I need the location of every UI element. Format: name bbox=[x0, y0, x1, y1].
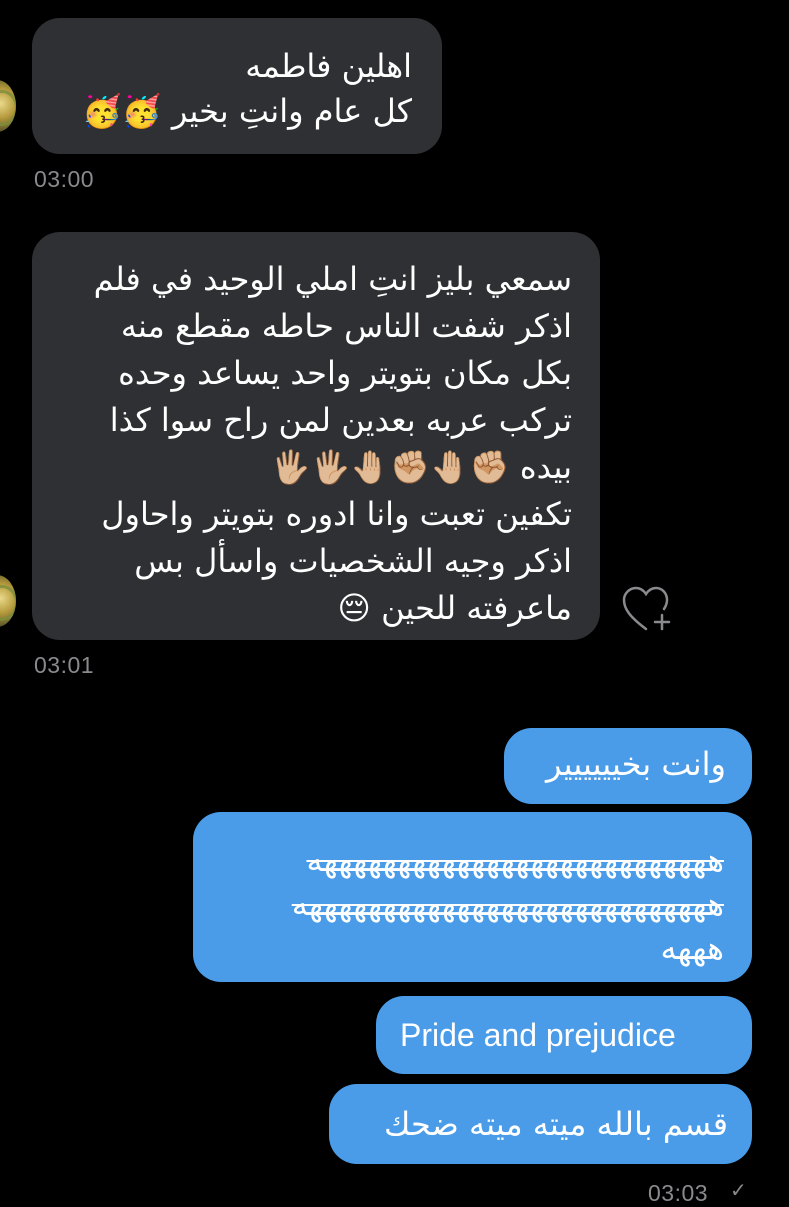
message-line: اذكر شفت الناس حاطه مقطع منه bbox=[120, 307, 572, 345]
read-status-icon: ✓ bbox=[730, 1178, 747, 1202]
message-line: ههههههههههههههههههههههههههههه bbox=[291, 885, 724, 923]
message-line: اذكر وجيه الشخصيات واسأل بس bbox=[134, 542, 572, 580]
outgoing-message-1[interactable]: وانت بخيييييير bbox=[504, 728, 752, 804]
avatar[interactable] bbox=[0, 575, 16, 627]
message-line: اهلين فاطمه bbox=[245, 47, 412, 85]
message-line: هههههههههههههههههههههههههههه bbox=[306, 841, 724, 879]
incoming-message-1[interactable]: اهلين فاطمه كل عام وانتِ بخير 🥳🥳 bbox=[32, 18, 442, 154]
message-line: سمعي بليز انتِ املي الوحيد في فلم bbox=[93, 260, 572, 298]
message-line: بيده ✊🏼🤚🏼✊🏼🤚🏼🖐🏼🖐🏼 bbox=[270, 448, 572, 486]
heart-plus-icon[interactable] bbox=[620, 585, 680, 635]
message-line: كل عام وانتِ بخير 🥳🥳 bbox=[81, 92, 412, 130]
message-timestamp: 03:03 bbox=[648, 1180, 709, 1206]
message-line: تكفين تعبت وانا ادوره بتويتر واحاول bbox=[101, 495, 572, 533]
message-timestamp: 03:00 bbox=[34, 166, 95, 192]
message-line: تركب عربه بعدين لمن راح سوا كذا bbox=[109, 401, 572, 439]
outgoing-message-3[interactable]: Pride and prejudice bbox=[376, 996, 752, 1074]
avatar[interactable] bbox=[0, 80, 16, 132]
message-line: وانت بخيييييير bbox=[546, 745, 726, 783]
message-line: بكل مكان بتويتر واحد يساعد وحده bbox=[118, 354, 572, 392]
message-line: هههه bbox=[660, 929, 724, 967]
message-line: Pride and prejudice bbox=[400, 1017, 676, 1053]
incoming-message-2[interactable]: سمعي بليز انتِ املي الوحيد في فلم اذكر ش… bbox=[32, 232, 600, 640]
message-line: ماعرفته للحين 😔 bbox=[337, 589, 572, 627]
outgoing-message-2[interactable]: هههههههههههههههههههههههههههه ههههههههههه… bbox=[193, 812, 752, 982]
outgoing-message-4[interactable]: قسم بالله ميته ميته ضحك bbox=[329, 1084, 752, 1164]
message-timestamp: 03:01 bbox=[34, 652, 95, 678]
message-line: قسم بالله ميته ميته ضحك bbox=[384, 1105, 728, 1143]
